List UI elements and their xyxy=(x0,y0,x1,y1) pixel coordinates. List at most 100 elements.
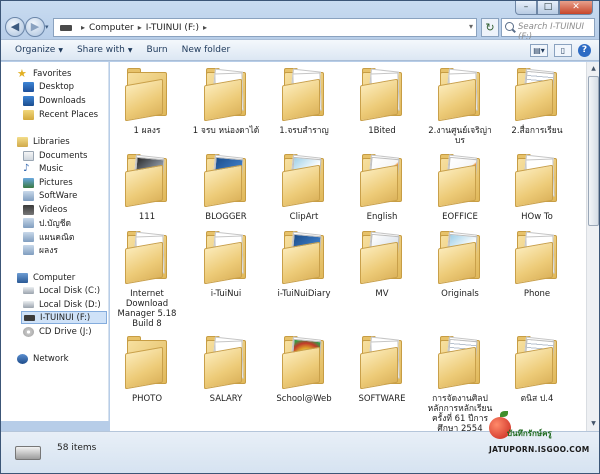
nav-cd-drive[interactable]: CD Drive (J:) xyxy=(23,325,92,338)
search-input[interactable]: Search I-TUINUI (F:) xyxy=(501,18,595,42)
nav-drive-f-label: I-TUINUI (F:) xyxy=(40,312,91,323)
search-icon xyxy=(505,22,514,31)
folder-icon xyxy=(202,334,250,390)
folder-icon xyxy=(513,229,561,285)
leaf-logo xyxy=(500,411,508,417)
scroll-up-icon[interactable]: ▲ xyxy=(588,63,599,75)
chevron-down-icon: ▼ xyxy=(127,47,133,54)
nav-documents[interactable]: Documents xyxy=(23,149,87,162)
vertical-scrollbar[interactable]: ▲ ▼ xyxy=(586,62,599,431)
folder-item[interactable]: SOFTWARE xyxy=(347,334,417,404)
burn-button[interactable]: Burn xyxy=(147,45,168,55)
nav-network[interactable]: Network xyxy=(17,352,69,365)
folder-icon xyxy=(513,152,561,208)
folder-icon xyxy=(436,229,484,285)
folder-item[interactable]: 2.สื่อการเรียน xyxy=(502,66,572,136)
folder-label: i-TuiNui xyxy=(210,289,242,299)
folder-item[interactable]: SALARY xyxy=(191,334,261,404)
nav-software[interactable]: SoftWare xyxy=(23,189,77,202)
breadcrumb-drive[interactable]: I-TUINUI (F:) xyxy=(146,23,199,33)
nav-music-label: Music xyxy=(39,163,64,174)
nav-desktop[interactable]: Desktop xyxy=(23,80,74,93)
scrollbar-thumb[interactable] xyxy=(588,76,599,226)
nav-local-disk-d[interactable]: Local Disk (D:) xyxy=(23,298,101,311)
library-icon xyxy=(23,244,34,255)
folder-icon xyxy=(358,334,406,390)
nav-music[interactable]: ♪ Music xyxy=(23,162,63,175)
preview-pane-button[interactable]: ▯ xyxy=(554,44,572,57)
watermark: บันทึกรักษ์ครู JATUPORN.ISGOO.COM xyxy=(489,409,599,469)
folder-item[interactable]: Originals xyxy=(425,229,495,299)
drive-icon xyxy=(15,446,41,460)
folder-item[interactable]: i-TuiNui xyxy=(191,229,261,299)
folder-icon xyxy=(358,229,406,285)
folder-item[interactable]: HOw To xyxy=(502,152,572,222)
organize-menu[interactable]: Organize ▼ xyxy=(15,45,63,55)
folder-item[interactable]: 1 ผลงร xyxy=(112,66,182,136)
folder-item[interactable]: PHOTO xyxy=(112,334,182,404)
folder-item[interactable]: MV xyxy=(347,229,417,299)
nav-library-c[interactable]: ผลงร xyxy=(23,243,58,256)
change-view-button[interactable]: ▤▾ xyxy=(530,44,548,57)
nav-pictures-label: Pictures xyxy=(39,177,73,188)
nav-library-a[interactable]: ป.บัญชีด xyxy=(23,216,71,229)
organize-label: Organize xyxy=(15,45,56,55)
watermark-thai-text: บันทึกรักษ์ครู xyxy=(507,429,552,438)
cd-drive-icon xyxy=(23,326,34,337)
folder-item[interactable]: 1.จรบสำราญ xyxy=(269,66,339,136)
folder-item[interactable]: Internet Download Manager 5.18 Build 8 xyxy=(112,229,182,329)
back-button[interactable]: ◀ xyxy=(5,17,25,37)
folder-icon xyxy=(513,334,561,390)
folder-item[interactable]: 111 xyxy=(112,152,182,222)
recent-pages-dropdown[interactable]: ▾ xyxy=(45,23,49,31)
folder-item[interactable]: 1 จรบ หน่องดาได้ xyxy=(191,66,261,136)
nav-local-disk-c[interactable]: Local Disk (C:) xyxy=(23,284,100,297)
folder-item[interactable]: 2.งานศูนย์เจริญ่าบร xyxy=(425,66,495,146)
new-folder-button[interactable]: New folder xyxy=(182,45,231,55)
nav-recent-places[interactable]: Recent Places xyxy=(23,108,98,121)
folder-item[interactable]: English xyxy=(347,152,417,222)
nav-library-b[interactable]: แผนคณิต xyxy=(23,230,74,243)
nav-favorites[interactable]: ★ Favorites xyxy=(17,67,71,80)
folder-label: Phone xyxy=(523,289,551,299)
folder-item[interactable]: ClipArt xyxy=(269,152,339,222)
nav-recent-label: Recent Places xyxy=(39,109,99,120)
library-icon xyxy=(23,231,34,242)
nav-local-d-label: Local Disk (D:) xyxy=(39,299,101,310)
nav-network-label: Network xyxy=(33,353,69,364)
folder-label: 111 xyxy=(138,212,156,222)
nav-computer[interactable]: Computer xyxy=(17,271,75,284)
nav-library-c-label: ผลงร xyxy=(39,245,58,256)
minimize-button[interactable]: – xyxy=(515,1,537,15)
forward-button[interactable]: ▶ xyxy=(25,17,45,37)
folder-icon xyxy=(280,152,328,208)
folder-item[interactable]: การจัดงานศิลปหลักการหลักเรียนครั้งที่ 61… xyxy=(425,334,495,431)
share-with-menu[interactable]: Share with ▼ xyxy=(77,45,133,55)
address-dropdown-icon[interactable]: ▾ xyxy=(469,22,473,31)
folder-item[interactable]: ตนิส ป.4 xyxy=(502,334,572,404)
network-icon xyxy=(17,353,28,364)
folder-icon xyxy=(202,229,250,285)
folder-label: Internet Download Manager 5.18 Build 8 xyxy=(117,289,177,329)
nav-videos-label: Videos xyxy=(39,204,68,215)
maximize-button[interactable]: □ xyxy=(537,1,559,15)
nav-pictures[interactable]: Pictures xyxy=(23,176,73,189)
address-bar[interactable]: ▸ Computer ▸ I-TUINUI (F:) ▸ ▾ xyxy=(53,18,477,37)
nav-libraries[interactable]: Libraries xyxy=(17,135,70,148)
downloads-icon xyxy=(23,95,34,106)
close-button[interactable]: ✕ xyxy=(559,1,593,15)
nav-downloads[interactable]: Downloads xyxy=(23,94,86,107)
folder-item[interactable]: Phone xyxy=(502,229,572,299)
folder-item[interactable]: EOFFICE xyxy=(425,152,495,222)
nav-drive-f[interactable]: I-TUINUI (F:) xyxy=(21,311,107,324)
nav-videos[interactable]: Videos xyxy=(23,203,67,216)
folder-icon xyxy=(123,229,171,285)
folder-item[interactable]: BLOGGER xyxy=(191,152,261,222)
help-icon[interactable]: ? xyxy=(578,44,591,57)
breadcrumb-computer[interactable]: Computer xyxy=(89,23,134,33)
refresh-button[interactable]: ↻ xyxy=(481,18,499,37)
star-icon: ★ xyxy=(17,66,27,80)
folder-item[interactable]: i-TuiNuiDiary xyxy=(269,229,339,299)
folder-item[interactable]: School@Web xyxy=(269,334,339,404)
folder-item[interactable]: 1Bited xyxy=(347,66,417,136)
